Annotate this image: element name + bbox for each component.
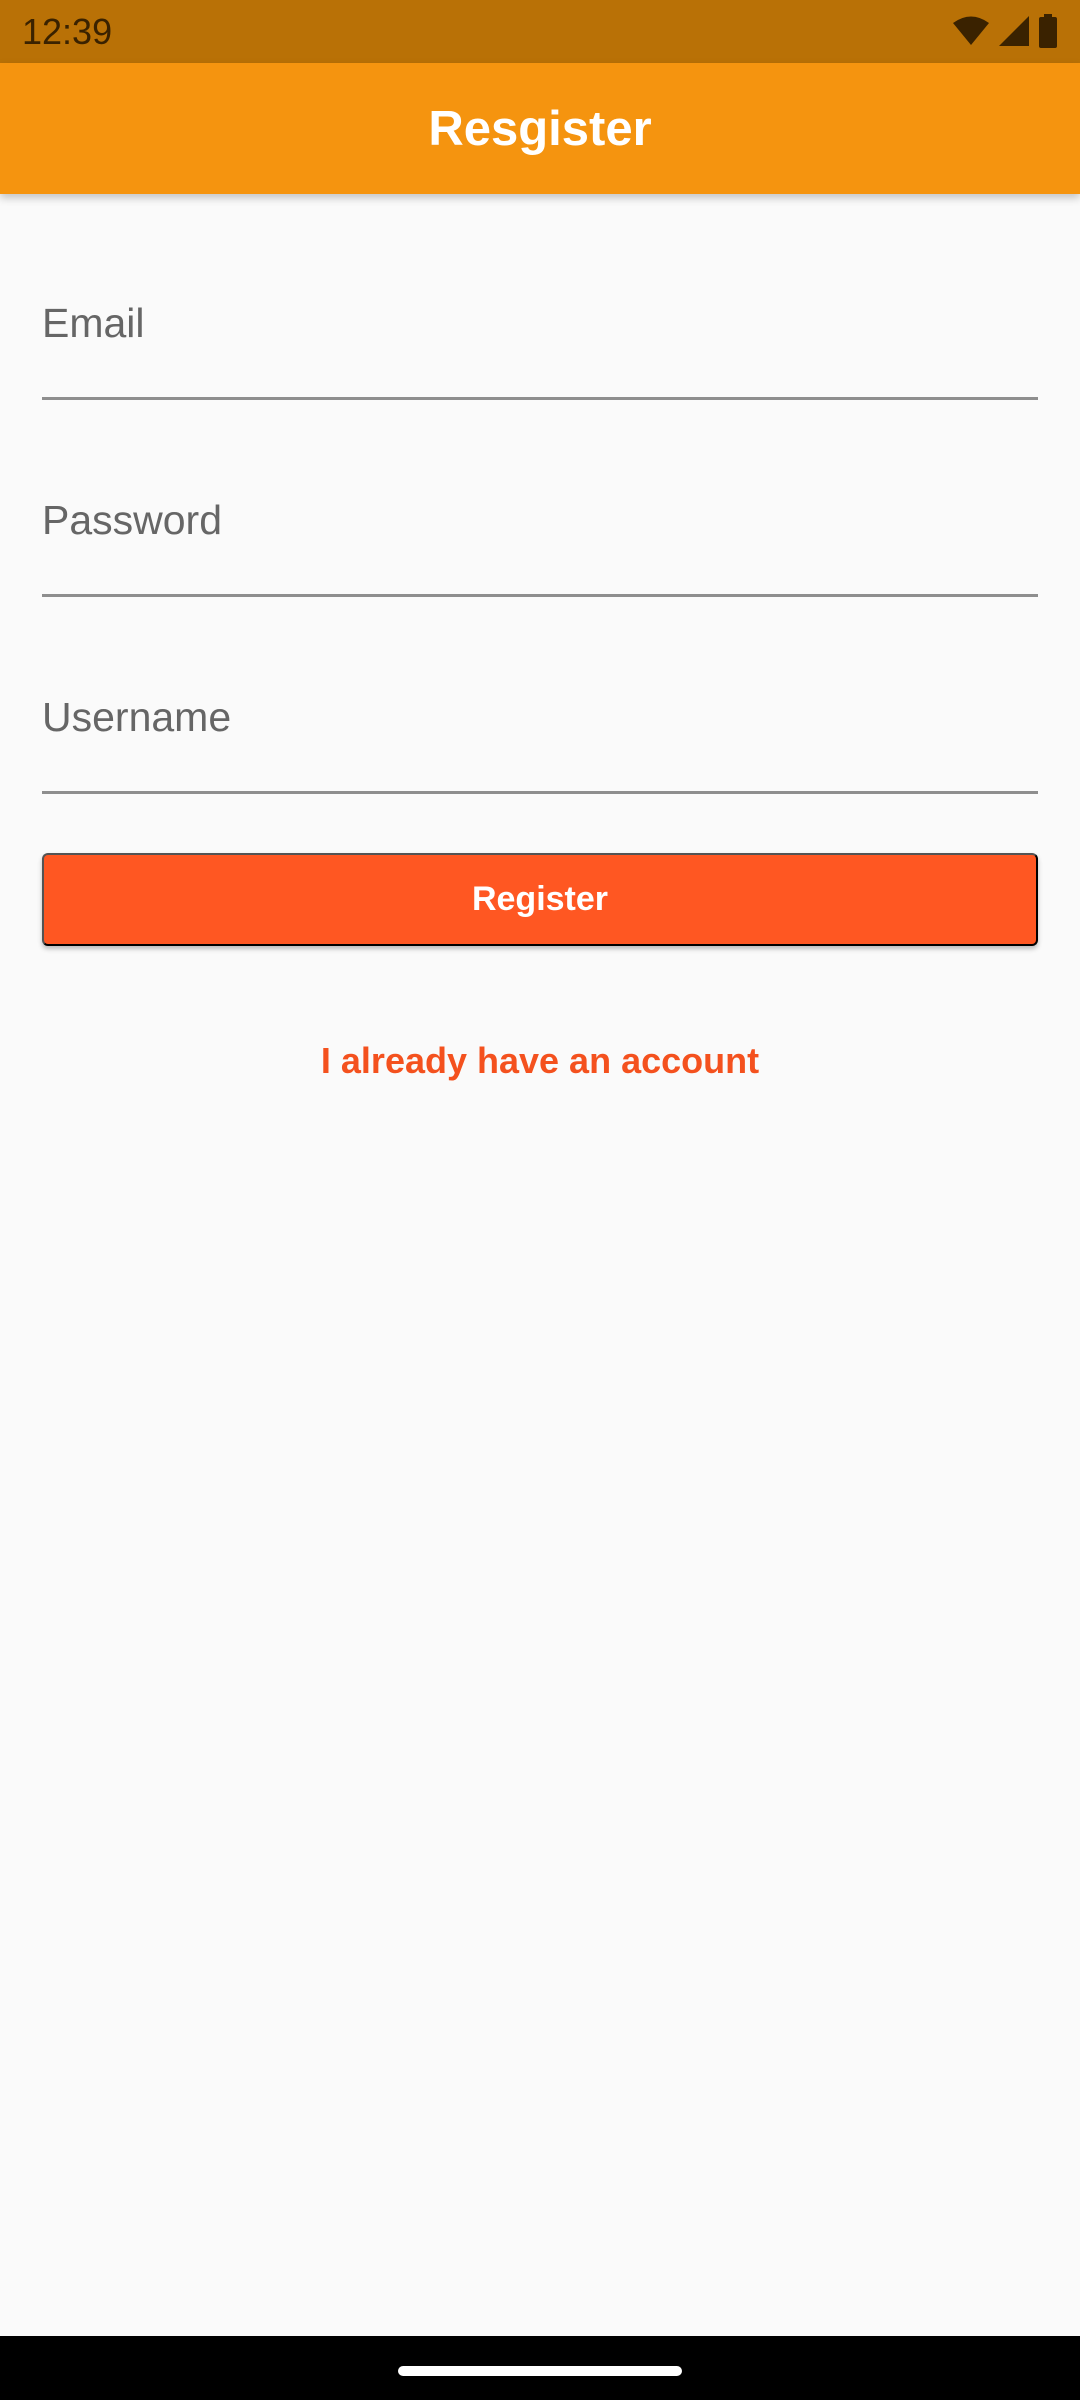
register-button[interactable]: Register: [42, 853, 1038, 946]
status-bar: 12:39: [0, 0, 1080, 63]
navigation-bar: [0, 2336, 1080, 2400]
username-field[interactable]: Username: [42, 694, 1038, 794]
password-field[interactable]: Password: [42, 497, 1038, 597]
status-time: 12:39: [22, 11, 113, 52]
home-indicator[interactable]: [398, 2366, 682, 2376]
email-field[interactable]: Email: [42, 300, 1038, 400]
page-title: Resgister: [428, 101, 652, 156]
email-input[interactable]: [42, 300, 1038, 397]
signal-icon: [999, 16, 1029, 46]
password-input[interactable]: [42, 497, 1038, 594]
battery-icon: [1039, 14, 1057, 48]
wifi-icon: [953, 16, 989, 45]
app-bar: Resgister: [0, 63, 1080, 194]
status-icons: [952, 14, 1058, 48]
username-input[interactable]: [42, 694, 1038, 791]
have-account-link[interactable]: I already have an account: [0, 1040, 1080, 1082]
